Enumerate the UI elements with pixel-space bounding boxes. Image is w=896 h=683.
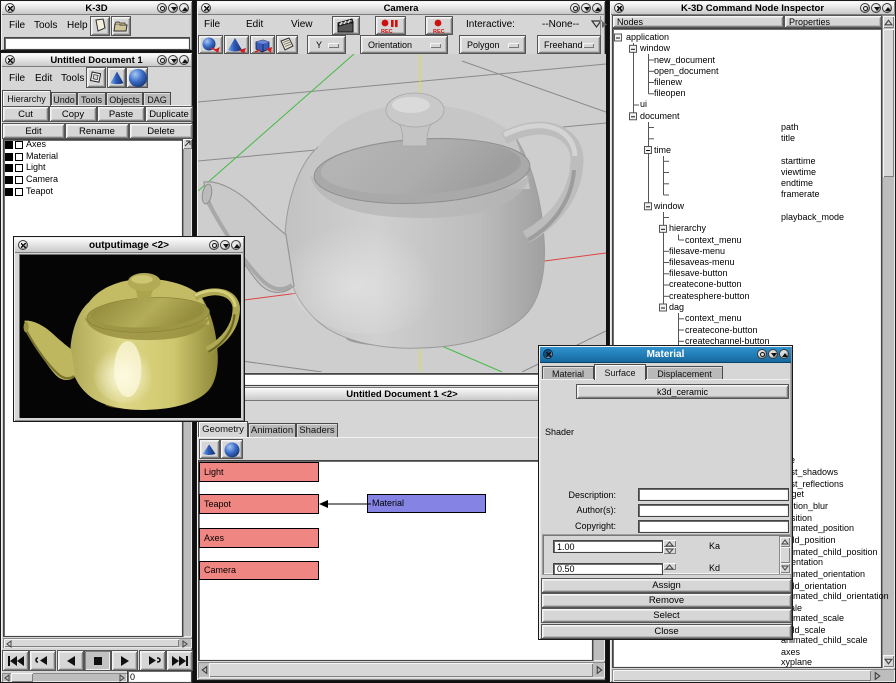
- svg-text:REC: REC: [381, 29, 393, 33]
- svg-text:REC: REC: [433, 29, 445, 33]
